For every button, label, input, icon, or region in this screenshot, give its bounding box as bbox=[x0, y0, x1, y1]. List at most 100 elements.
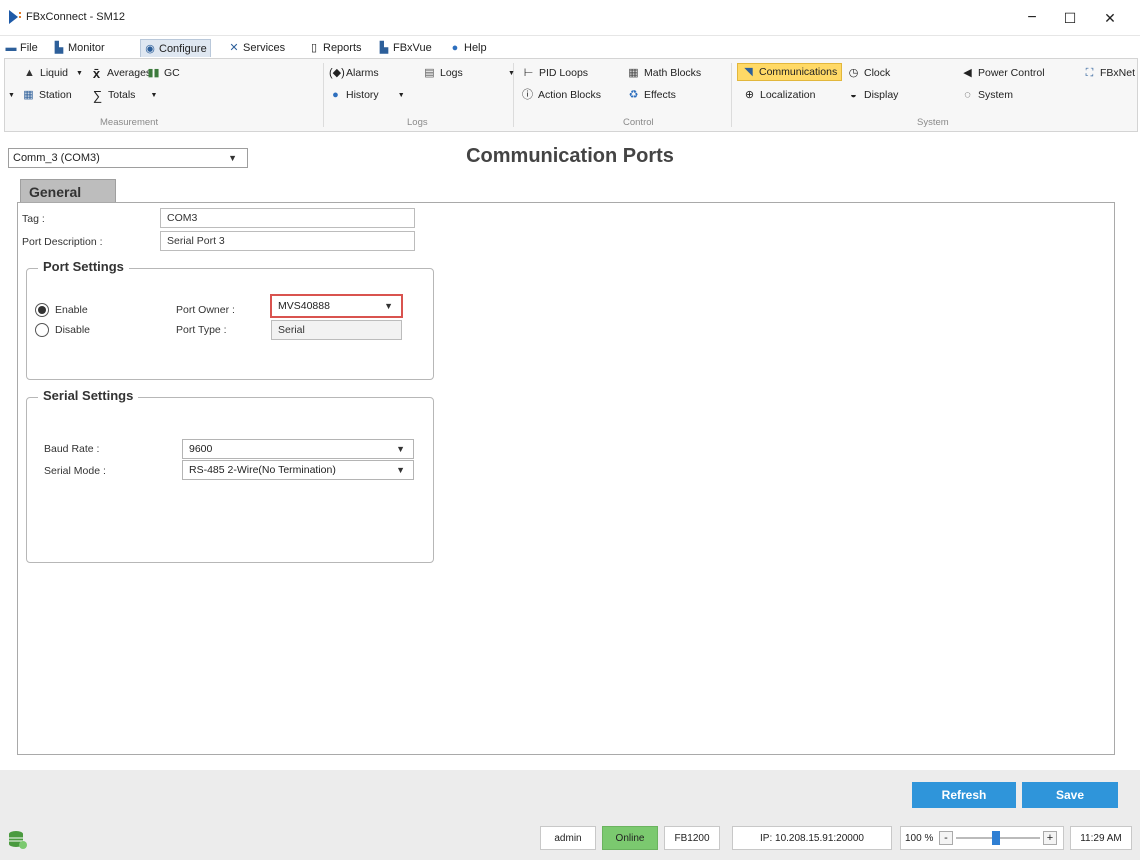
reports-icon: ▯ bbox=[310, 42, 318, 54]
menu-file[interactable]: ▬ File bbox=[2, 39, 41, 57]
ribbon-fbxnet[interactable]: ⛶ FBxNet bbox=[1083, 65, 1135, 81]
serial-settings-group bbox=[26, 397, 434, 563]
clock-icon: ◷ bbox=[848, 66, 859, 79]
ribbon-communications[interactable]: ◥ Communications bbox=[737, 63, 843, 81]
baud-rate-value: 9600 bbox=[189, 443, 213, 455]
maximize-button[interactable]: ☐ bbox=[1056, 6, 1084, 30]
group-label-system: System bbox=[917, 117, 949, 128]
gc-icon: ▮▮ bbox=[147, 66, 160, 79]
services-icon: ✕ bbox=[229, 42, 239, 54]
serial-mode-value: RS-485 2-Wire(No Termination) bbox=[189, 464, 336, 476]
serial-mode-dropdown[interactable]: RS-485 2-Wire(No Termination) ▼ bbox=[182, 460, 414, 480]
ribbon-action-blocks[interactable]: ⓘ Action Blocks bbox=[521, 87, 601, 103]
disable-radio[interactable] bbox=[35, 323, 49, 337]
ribbon-history[interactable]: ● History ▼ bbox=[329, 87, 408, 103]
menu-help[interactable]: ● Help bbox=[446, 39, 490, 57]
port-owner-dropdown[interactable]: MVS40888 ▼ bbox=[270, 294, 403, 318]
status-device: FB1200 bbox=[664, 826, 720, 850]
menu-configure[interactable]: ◉ Configure bbox=[140, 39, 211, 57]
ribbon-display[interactable]: ◒ Display bbox=[847, 87, 898, 103]
effects-icon: ♻ bbox=[628, 88, 639, 101]
port-selector-value: Comm_3 (COM3) bbox=[13, 152, 100, 164]
menu-reports[interactable]: ▯ Reports bbox=[305, 39, 365, 57]
serial-settings-title: Serial Settings bbox=[38, 388, 139, 403]
minimize-button[interactable]: − bbox=[1018, 6, 1046, 30]
disable-label: Disable bbox=[55, 324, 91, 336]
fbxnet-icon: ⛶ bbox=[1085, 66, 1094, 79]
chevron-down-icon: ▼ bbox=[228, 153, 237, 163]
ribbon-station[interactable]: ▼ ▦ Station bbox=[5, 87, 72, 103]
close-button[interactable]: ✕ bbox=[1096, 6, 1124, 30]
menu-fbxvue[interactable]: ▙ FBxVue bbox=[375, 39, 435, 57]
ribbon-logs[interactable]: ▤ Logs bbox=[423, 65, 462, 81]
port-type-field: Serial bbox=[271, 320, 402, 340]
zoom-out-button[interactable]: - bbox=[939, 831, 953, 845]
history-icon: ● bbox=[332, 88, 339, 101]
zoom-in-button[interactable]: + bbox=[1043, 831, 1057, 845]
window-title: FBxConnect - SM12 bbox=[26, 11, 126, 23]
system-icon: ◌ bbox=[964, 88, 971, 101]
ribbon-clock[interactable]: ◷ Clock bbox=[847, 65, 891, 81]
tab-general[interactable]: General bbox=[20, 179, 116, 203]
menu-services[interactable]: ✕ Services bbox=[225, 39, 288, 57]
group-label-measurement: Measurement bbox=[100, 117, 159, 128]
ribbon-effects[interactable]: ♻ Effects bbox=[627, 87, 676, 103]
calculator-icon: ▦ bbox=[628, 66, 639, 79]
action-icon: ⓘ bbox=[522, 88, 533, 101]
zoom-slider-thumb[interactable] bbox=[992, 831, 1000, 845]
dropdown-arrow-icon: ▼ bbox=[397, 91, 405, 99]
chevron-down-icon: ▼ bbox=[396, 465, 405, 475]
enable-radio[interactable] bbox=[35, 303, 49, 317]
baud-rate-dropdown[interactable]: 9600 ▼ bbox=[182, 439, 414, 459]
port-type-label: Port Type : bbox=[176, 324, 227, 336]
tag-field[interactable]: COM3 bbox=[160, 208, 415, 228]
ribbon: ▲ Liquid ▼ x̄ Averages ▮▮ GC ▼ ▦ Station… bbox=[4, 58, 1138, 132]
refresh-button[interactable]: Refresh bbox=[912, 782, 1016, 808]
ribbon-system[interactable]: ◌ System bbox=[961, 87, 1013, 103]
title-bar: FBxConnect - SM12 − ☐ ✕ bbox=[0, 0, 1140, 36]
ribbon-pid-loops[interactable]: ▼ ⊢ PID Loops bbox=[505, 65, 588, 81]
port-description-field[interactable]: Serial Port 3 bbox=[160, 231, 415, 251]
folder-icon: ▬ bbox=[5, 42, 17, 54]
group-label-control: Control bbox=[623, 117, 654, 128]
save-button[interactable]: Save bbox=[1022, 782, 1118, 808]
average-icon: x̄ bbox=[92, 65, 101, 81]
tag-label: Tag : bbox=[22, 213, 45, 225]
ribbon-alarms[interactable]: (◆) Alarms bbox=[329, 65, 379, 81]
ribbon-localization[interactable]: ⊕ Localization bbox=[743, 87, 816, 103]
status-ip-address: IP: 10.208.15.91:20000 bbox=[732, 826, 892, 850]
group-label-logs: Logs bbox=[407, 117, 428, 128]
port-settings-title: Port Settings bbox=[38, 259, 129, 274]
globe-icon: ⊕ bbox=[744, 88, 755, 101]
power-icon: ◀ bbox=[963, 66, 972, 79]
ribbon-math-blocks[interactable]: ▦ Math Blocks bbox=[627, 65, 701, 81]
liquid-drop-icon: ▲ bbox=[24, 66, 35, 79]
database-status-icon bbox=[9, 831, 27, 849]
dropdown-arrow-icon: ▼ bbox=[8, 91, 15, 99]
status-connection: Online bbox=[602, 826, 658, 850]
ribbon-totals[interactable]: ∑ Totals ▼ bbox=[91, 87, 160, 103]
help-icon: ● bbox=[451, 42, 459, 54]
menu-monitor[interactable]: ▙ Monitor bbox=[50, 39, 108, 57]
menu-bar: ▬ File ▙ Monitor ◉ Configure ✕ Services … bbox=[0, 38, 1140, 58]
zoom-control: 100 % - + bbox=[900, 826, 1064, 850]
communications-icon: ◥ bbox=[744, 65, 753, 78]
radio-selected-dot bbox=[38, 306, 46, 314]
baud-rate-label: Baud Rate : bbox=[44, 443, 100, 455]
port-selector-dropdown[interactable]: Comm_3 (COM3) ▼ bbox=[8, 148, 248, 168]
display-icon: ◒ bbox=[850, 88, 857, 101]
chevron-down-icon: ▼ bbox=[396, 444, 405, 454]
port-owner-value: MVS40888 bbox=[278, 300, 330, 312]
port-description-label: Port Description : bbox=[22, 236, 103, 248]
ribbon-power-control[interactable]: ◀ Power Control bbox=[961, 65, 1044, 81]
ribbon-averages[interactable]: ▼ x̄ Averages bbox=[73, 65, 151, 81]
group-divider bbox=[731, 63, 732, 127]
port-owner-label: Port Owner : bbox=[176, 304, 235, 316]
ribbon-liquid[interactable]: ▲ Liquid bbox=[23, 65, 68, 81]
status-clock: 11:29 AM bbox=[1070, 826, 1132, 850]
dropdown-arrow-icon: ▼ bbox=[150, 91, 158, 99]
enable-label: Enable bbox=[55, 304, 88, 316]
ribbon-gc[interactable]: ▮▮ GC bbox=[147, 65, 179, 81]
zoom-slider[interactable] bbox=[956, 831, 1040, 845]
group-divider bbox=[323, 63, 324, 127]
